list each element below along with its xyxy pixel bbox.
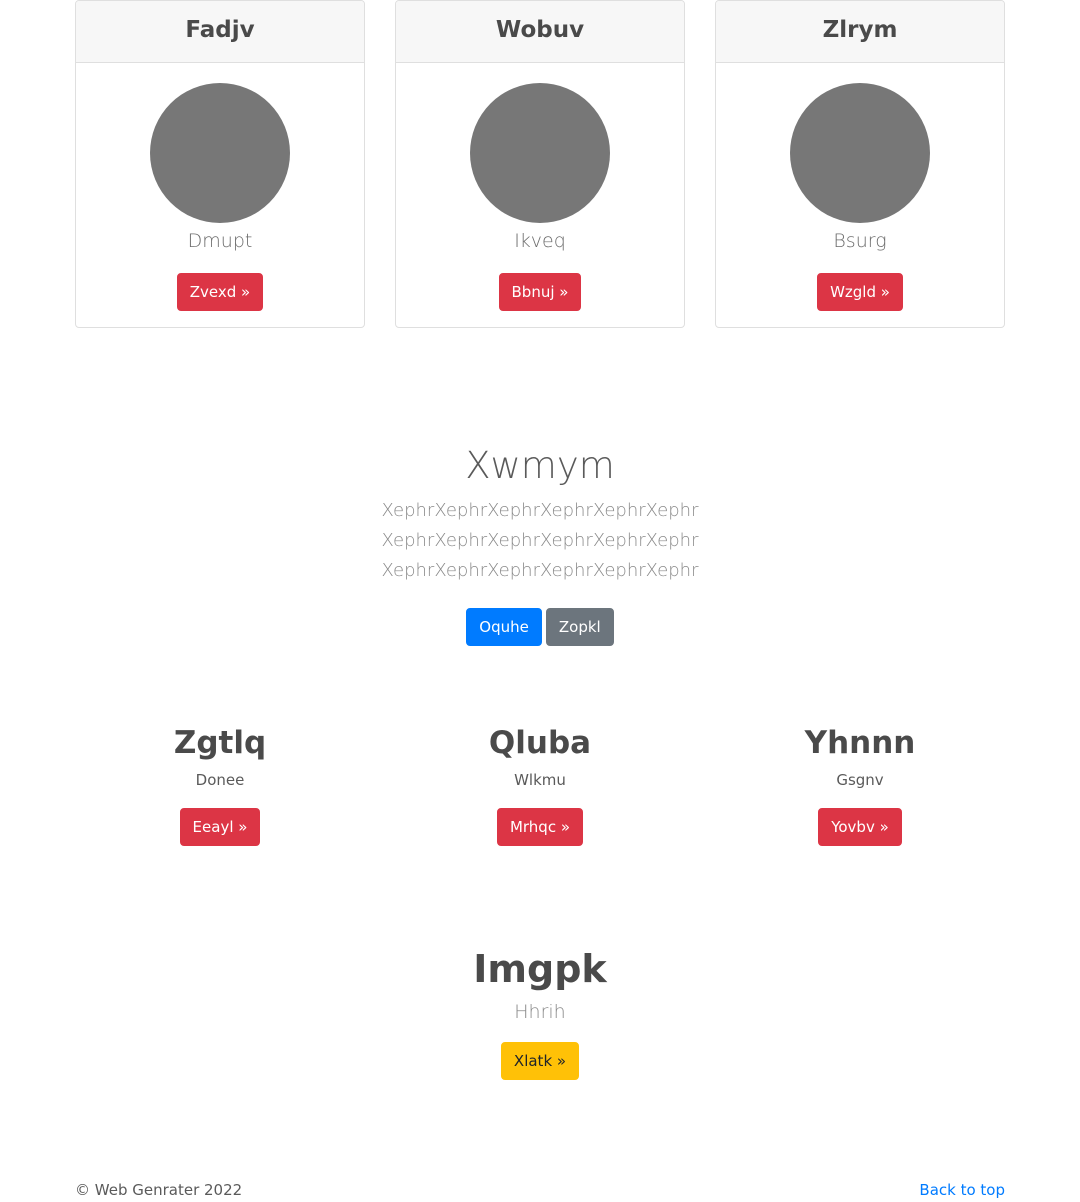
feature-title: Imgpk (473, 947, 607, 991)
column-button[interactable]: Eeayl » (179, 808, 261, 846)
footer-copyright: © Web Genrater 2022 (75, 1181, 243, 1199)
column-title: Zgtlq (173, 725, 267, 761)
footer: © Web Genrater 2022 Back to top (75, 1179, 1005, 1201)
card-text: Ikveq (514, 230, 566, 252)
card-title: Fadjv (76, 1, 364, 63)
card-body: Ikveq Bbnuj » (396, 63, 684, 311)
card-button[interactable]: Bbnuj » (498, 273, 582, 311)
avatar-placeholder (470, 83, 610, 223)
feature-section: Imgpk Hhrih Xlatk » (0, 942, 1080, 1080)
hero-title: Xwmym (465, 444, 615, 487)
card-2: Wobuv Ikveq Bbnuj » (395, 0, 685, 328)
column-button[interactable]: Yovbv » (818, 808, 902, 846)
card-text: Dmupt (187, 230, 253, 252)
hero-section: Xwmym XephrXephrXephrXephrXephrXephr Xep… (0, 440, 1080, 646)
column-3: Yhnnn Gsgnv Yovbv » (700, 720, 1020, 846)
column-1: Zgtlq Donee Eeayl » (60, 720, 380, 846)
column-title: Yhnnn (804, 725, 916, 761)
card-title: Zlrym (716, 1, 1004, 63)
feature-text: Hhrih (514, 1001, 566, 1023)
card-3: Zlrym Bsurg Wzgld » (715, 0, 1005, 328)
card-button[interactable]: Zvexd » (176, 273, 264, 311)
card-body: Dmupt Zvexd » (76, 63, 364, 311)
card-title: Wobuv (396, 1, 684, 63)
hero-lead: XephrXephrXephrXephrXephrXephr XephrXeph… (381, 500, 699, 581)
hero-primary-button[interactable]: Oquhe (466, 608, 542, 646)
card-1: Fadjv Dmupt Zvexd » (75, 0, 365, 328)
column-title: Qluba (488, 725, 592, 761)
column-text: Wlkmu (514, 771, 566, 789)
feature-button[interactable]: Xlatk » (500, 1042, 580, 1080)
avatar-placeholder (150, 83, 290, 223)
hero-buttons: Oquhe Zopkl (0, 608, 1080, 646)
columns-row: Zgtlq Donee Eeayl » Qluba Wlkmu Mrhqc » … (60, 720, 1020, 846)
card-text: Bsurg (833, 230, 887, 252)
column-button[interactable]: Mrhqc » (496, 808, 584, 846)
column-text: Gsgnv (836, 771, 884, 789)
column-2: Qluba Wlkmu Mrhqc » (380, 720, 700, 846)
back-to-top-link[interactable]: Back to top (919, 1179, 1005, 1201)
card-button[interactable]: Wzgld » (817, 273, 903, 311)
column-text: Donee (195, 771, 245, 789)
avatar-placeholder (790, 83, 930, 223)
hero-secondary-button[interactable]: Zopkl (545, 608, 614, 646)
card-body: Bsurg Wzgld » (716, 63, 1004, 311)
cards-row: Fadjv Dmupt Zvexd » Wobuv Ikveq Bbnuj » … (75, 0, 1005, 328)
